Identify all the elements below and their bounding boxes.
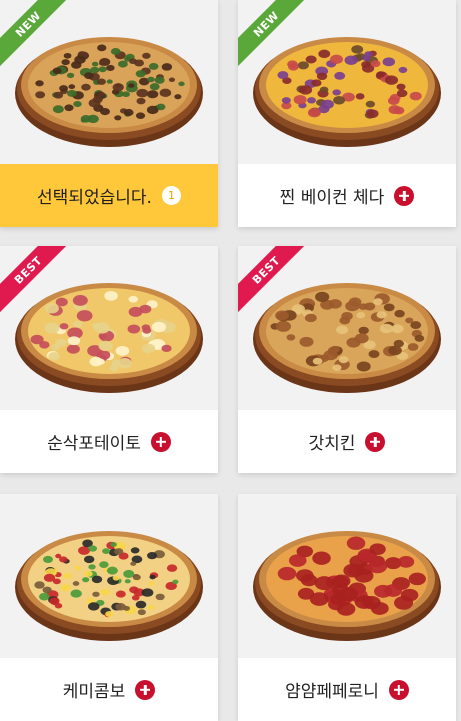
- pizza-pepperoni-icon: [253, 531, 441, 641]
- selected-count-badge: 1: [161, 186, 181, 205]
- menu-card-label: 케미콤보: [62, 682, 126, 702]
- add-icon[interactable]: [394, 185, 415, 206]
- menu-card-3[interactable]: BEST 순삭포테이토: [0, 246, 218, 473]
- add-icon[interactable]: [365, 431, 386, 452]
- menu-card-1[interactable]: NEW 선택되었습니다. 1: [0, 0, 218, 227]
- menu-card-label: 순삭포테이토: [47, 434, 141, 454]
- pizza-image-6[interactable]: [238, 494, 456, 658]
- menu-card-4[interactable]: BEST 갓치킨: [238, 246, 456, 473]
- pizza-combo-icon: [15, 531, 203, 641]
- pizza-image-2[interactable]: NEW: [238, 0, 456, 164]
- pizza-image-1[interactable]: NEW: [0, 0, 218, 164]
- menu-card-label: 찐 베이컨 체다: [279, 188, 385, 208]
- menu-card-label: 갓치킨: [308, 434, 356, 454]
- add-icon[interactable]: [388, 679, 409, 700]
- menu-card-label: 얌얌페페로니: [285, 682, 379, 702]
- add-icon[interactable]: [135, 679, 156, 700]
- menu-card-5[interactable]: 케미콤보: [0, 494, 218, 721]
- pizza-image-5[interactable]: [0, 494, 218, 658]
- pizza-image-3[interactable]: BEST: [0, 246, 218, 410]
- menu-card-6[interactable]: 얌얌페페로니: [238, 494, 456, 721]
- menu-card-2[interactable]: NEW 찐 베이컨 체다: [238, 0, 456, 227]
- pizza-image-4[interactable]: BEST: [238, 246, 456, 410]
- menu-card-label: 선택되었습니다.: [37, 188, 152, 208]
- add-icon[interactable]: [150, 431, 171, 452]
